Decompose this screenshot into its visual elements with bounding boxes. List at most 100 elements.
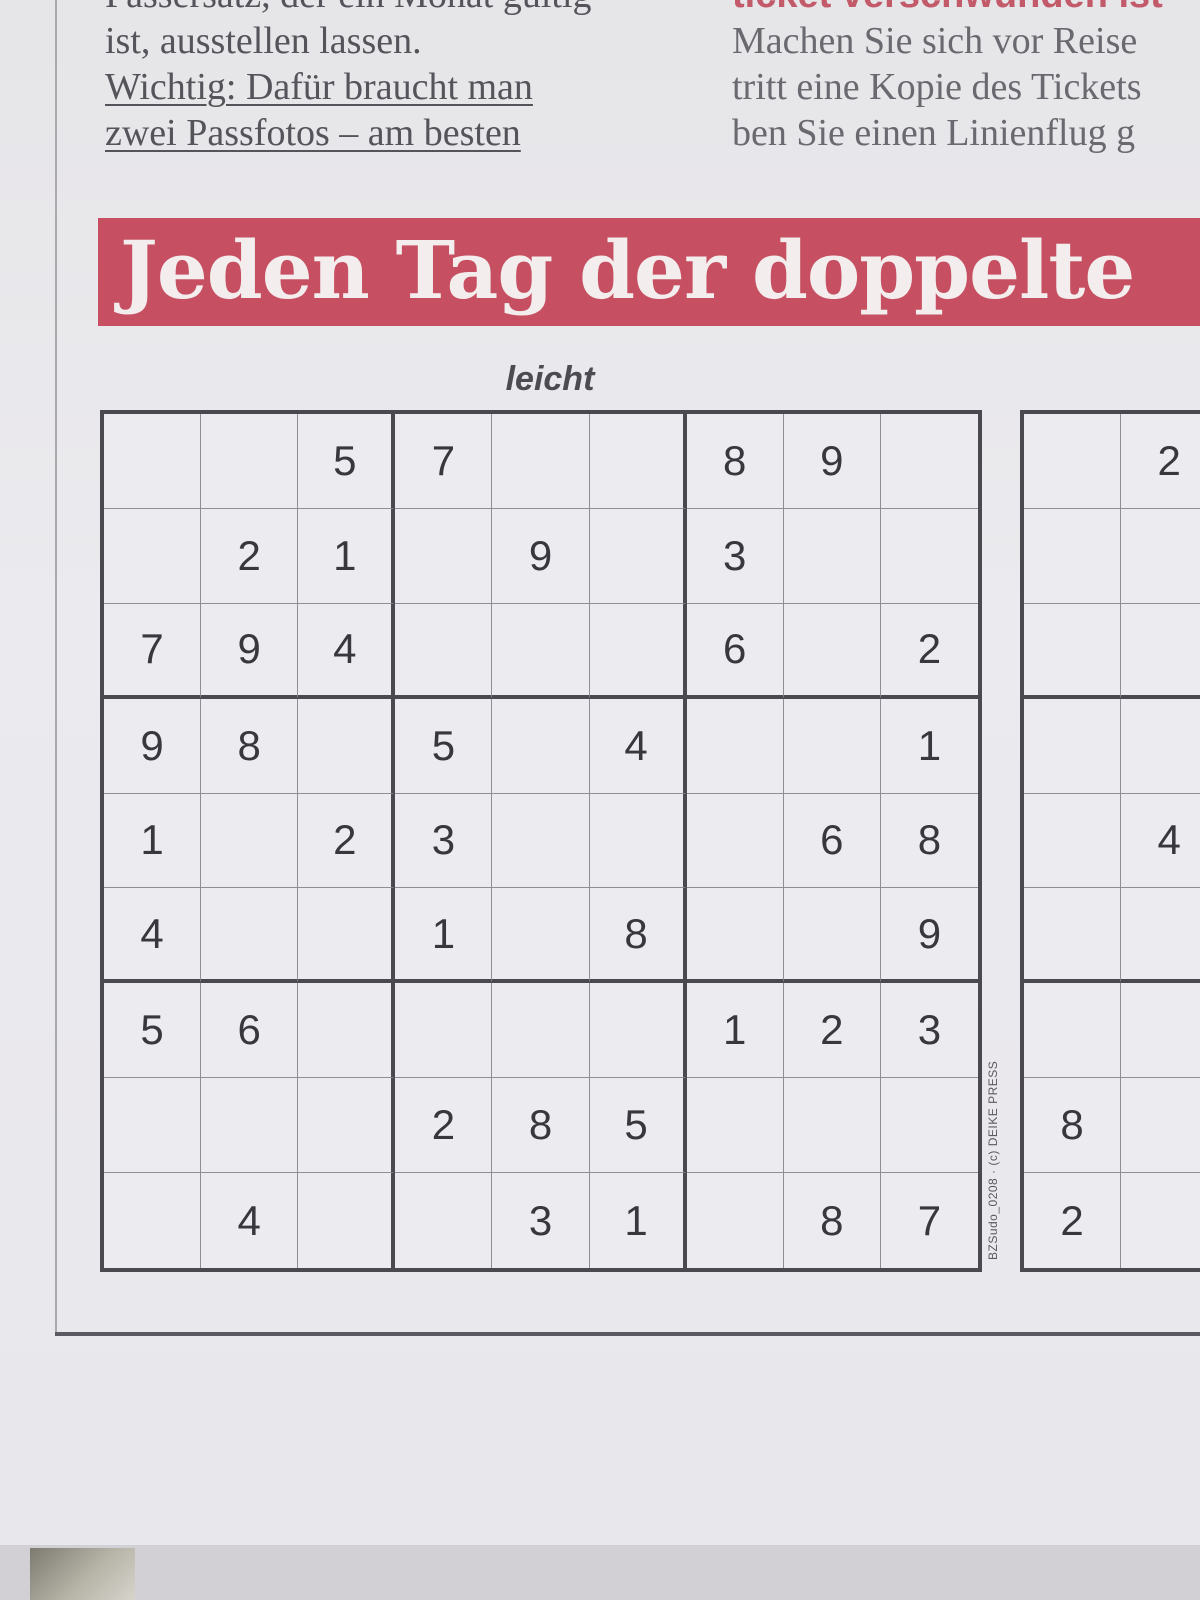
sudoku-cell: 1 <box>298 508 396 604</box>
sudoku-cell <box>1121 604 1200 699</box>
sudoku-cell: 3 <box>395 793 493 889</box>
sudoku-cell <box>880 509 978 604</box>
sudoku-cell <box>783 888 881 984</box>
sudoku-cell <box>1024 414 1122 509</box>
sudoku-cell: 6 <box>783 793 881 889</box>
sudoku-cell <box>1024 603 1122 699</box>
sudoku-cell: 1 <box>104 793 202 889</box>
sudoku-cell <box>395 508 493 604</box>
sudoku-cell <box>298 1078 396 1174</box>
sudoku-cell <box>201 1078 299 1174</box>
sudoku-cell <box>104 508 202 604</box>
sudoku-cell: 2 <box>1121 414 1200 509</box>
sudoku-cell: 7 <box>917 1196 942 1244</box>
sudoku-cell <box>1121 699 1200 794</box>
sudoku-cell <box>1024 508 1122 604</box>
sudoku-cell <box>298 698 396 794</box>
sudoku-grid-second: 2482 <box>1020 410 1200 1272</box>
underlying-page-image <box>30 1548 135 1600</box>
sudoku-cell: 9 <box>880 888 978 984</box>
sudoku-cell: 2 <box>880 604 978 699</box>
sudoku-cell <box>492 698 590 794</box>
column-rule <box>55 0 57 1335</box>
sudoku-cell <box>1121 509 1200 604</box>
sudoku-cell: 5 <box>589 1078 687 1174</box>
sudoku-cell <box>104 414 202 509</box>
article-line: Machen Sie sich vor Reise <box>732 20 1138 62</box>
sudoku-cell: 2 <box>783 983 881 1079</box>
sudoku-cell: 9 <box>104 698 202 794</box>
sudoku-cell: 2 <box>201 508 299 604</box>
sudoku-cell: 5 <box>298 414 396 509</box>
article-line: ben Sie einen Linienflug g <box>732 112 1136 154</box>
sudoku-cell: 5 <box>104 983 202 1079</box>
sudoku-cell <box>104 1078 202 1174</box>
headline: Jeden Tag der doppelte <box>120 223 1135 317</box>
page-edge <box>0 1545 1200 1600</box>
sudoku-cell <box>686 1078 784 1174</box>
sudoku-cell <box>880 1078 978 1174</box>
sudoku-cell <box>589 508 687 604</box>
article-line: tritt eine Kopie des Tickets <box>732 66 1142 108</box>
sudoku-cell <box>1024 888 1122 984</box>
sudoku-cell <box>201 793 299 889</box>
sudoku-cell: 5 <box>395 698 493 794</box>
sudoku-cell: 1 <box>395 888 493 984</box>
sudoku-cell <box>395 603 493 699</box>
sudoku-cell <box>1121 888 1200 984</box>
sudoku-cell: 9 <box>201 603 299 699</box>
sudoku-cell <box>1024 698 1122 794</box>
sudoku-cell <box>1024 983 1122 1079</box>
sudoku-cell: 4 <box>589 698 687 794</box>
article-line: ist, ausstellen lassen. <box>105 20 422 62</box>
sudoku-cell <box>589 603 687 699</box>
difficulty-label: leicht <box>505 360 595 398</box>
sudoku-cell: 1 <box>880 699 978 794</box>
bottom-rule <box>55 1332 1200 1336</box>
sudoku-grid-second-clip: 2482 <box>1020 410 1200 1272</box>
article-right-column: ticket verschwunden ist Machen Sie sich … <box>732 0 1200 170</box>
sudoku-cell <box>201 888 299 984</box>
sudoku-cell: 2 <box>1024 1173 1122 1268</box>
sudoku-cell <box>201 414 299 509</box>
sudoku-cell <box>686 793 784 889</box>
sudoku-cell: 4 <box>298 603 396 699</box>
article-line: zwei Passfotos – am besten <box>105 112 521 154</box>
sudoku-cell <box>492 603 590 699</box>
sudoku-cell <box>686 698 784 794</box>
sudoku-cell <box>589 793 687 889</box>
sudoku-cell <box>395 1173 493 1268</box>
sudoku-cell <box>492 414 590 509</box>
sudoku-cell: 8 <box>784 1173 881 1268</box>
sudoku-cell <box>686 888 784 984</box>
sudoku-cell <box>783 1078 881 1174</box>
sudoku-cell: 2 <box>395 1078 493 1174</box>
sudoku-cell: 8 <box>201 698 299 794</box>
sudoku-cell <box>589 414 687 509</box>
sudoku-cell <box>492 888 590 984</box>
sudoku-cell: 7 <box>104 603 202 699</box>
sudoku-cell: 4 <box>1121 794 1200 889</box>
puzzle-credit: BZSudo_0208 · (c) DEIKE PRESS <box>986 1060 1000 1260</box>
sudoku-cell: 3 <box>880 983 978 1079</box>
sudoku-cell: 8 <box>492 1078 590 1174</box>
sudoku-cell <box>1121 1078 1200 1174</box>
sudoku-cell <box>687 1173 784 1268</box>
sudoku-cell <box>783 603 881 699</box>
sudoku-cell: 8 <box>589 888 687 984</box>
sudoku-cell <box>1024 793 1122 889</box>
sudoku-cell: 7 <box>395 414 493 509</box>
sudoku-cell <box>1121 983 1200 1079</box>
sudoku-cell: 4 <box>201 1173 299 1268</box>
sudoku-cell <box>395 983 493 1079</box>
sudoku-grid-main: 5789219379462985411236841895612328543187 <box>100 410 982 1272</box>
sudoku-cell: 9 <box>783 414 881 509</box>
sudoku-cell: 1 <box>686 983 784 1079</box>
headline-band: Jeden Tag der doppelte <box>98 218 1200 326</box>
sudoku-cell: 2 <box>298 793 396 889</box>
sudoku-cell: 8 <box>686 414 784 509</box>
sudoku-cell: 4 <box>104 888 202 984</box>
sudoku-cell: 3 <box>686 508 784 604</box>
sudoku-cell <box>783 698 881 794</box>
sudoku-cell <box>880 414 978 509</box>
